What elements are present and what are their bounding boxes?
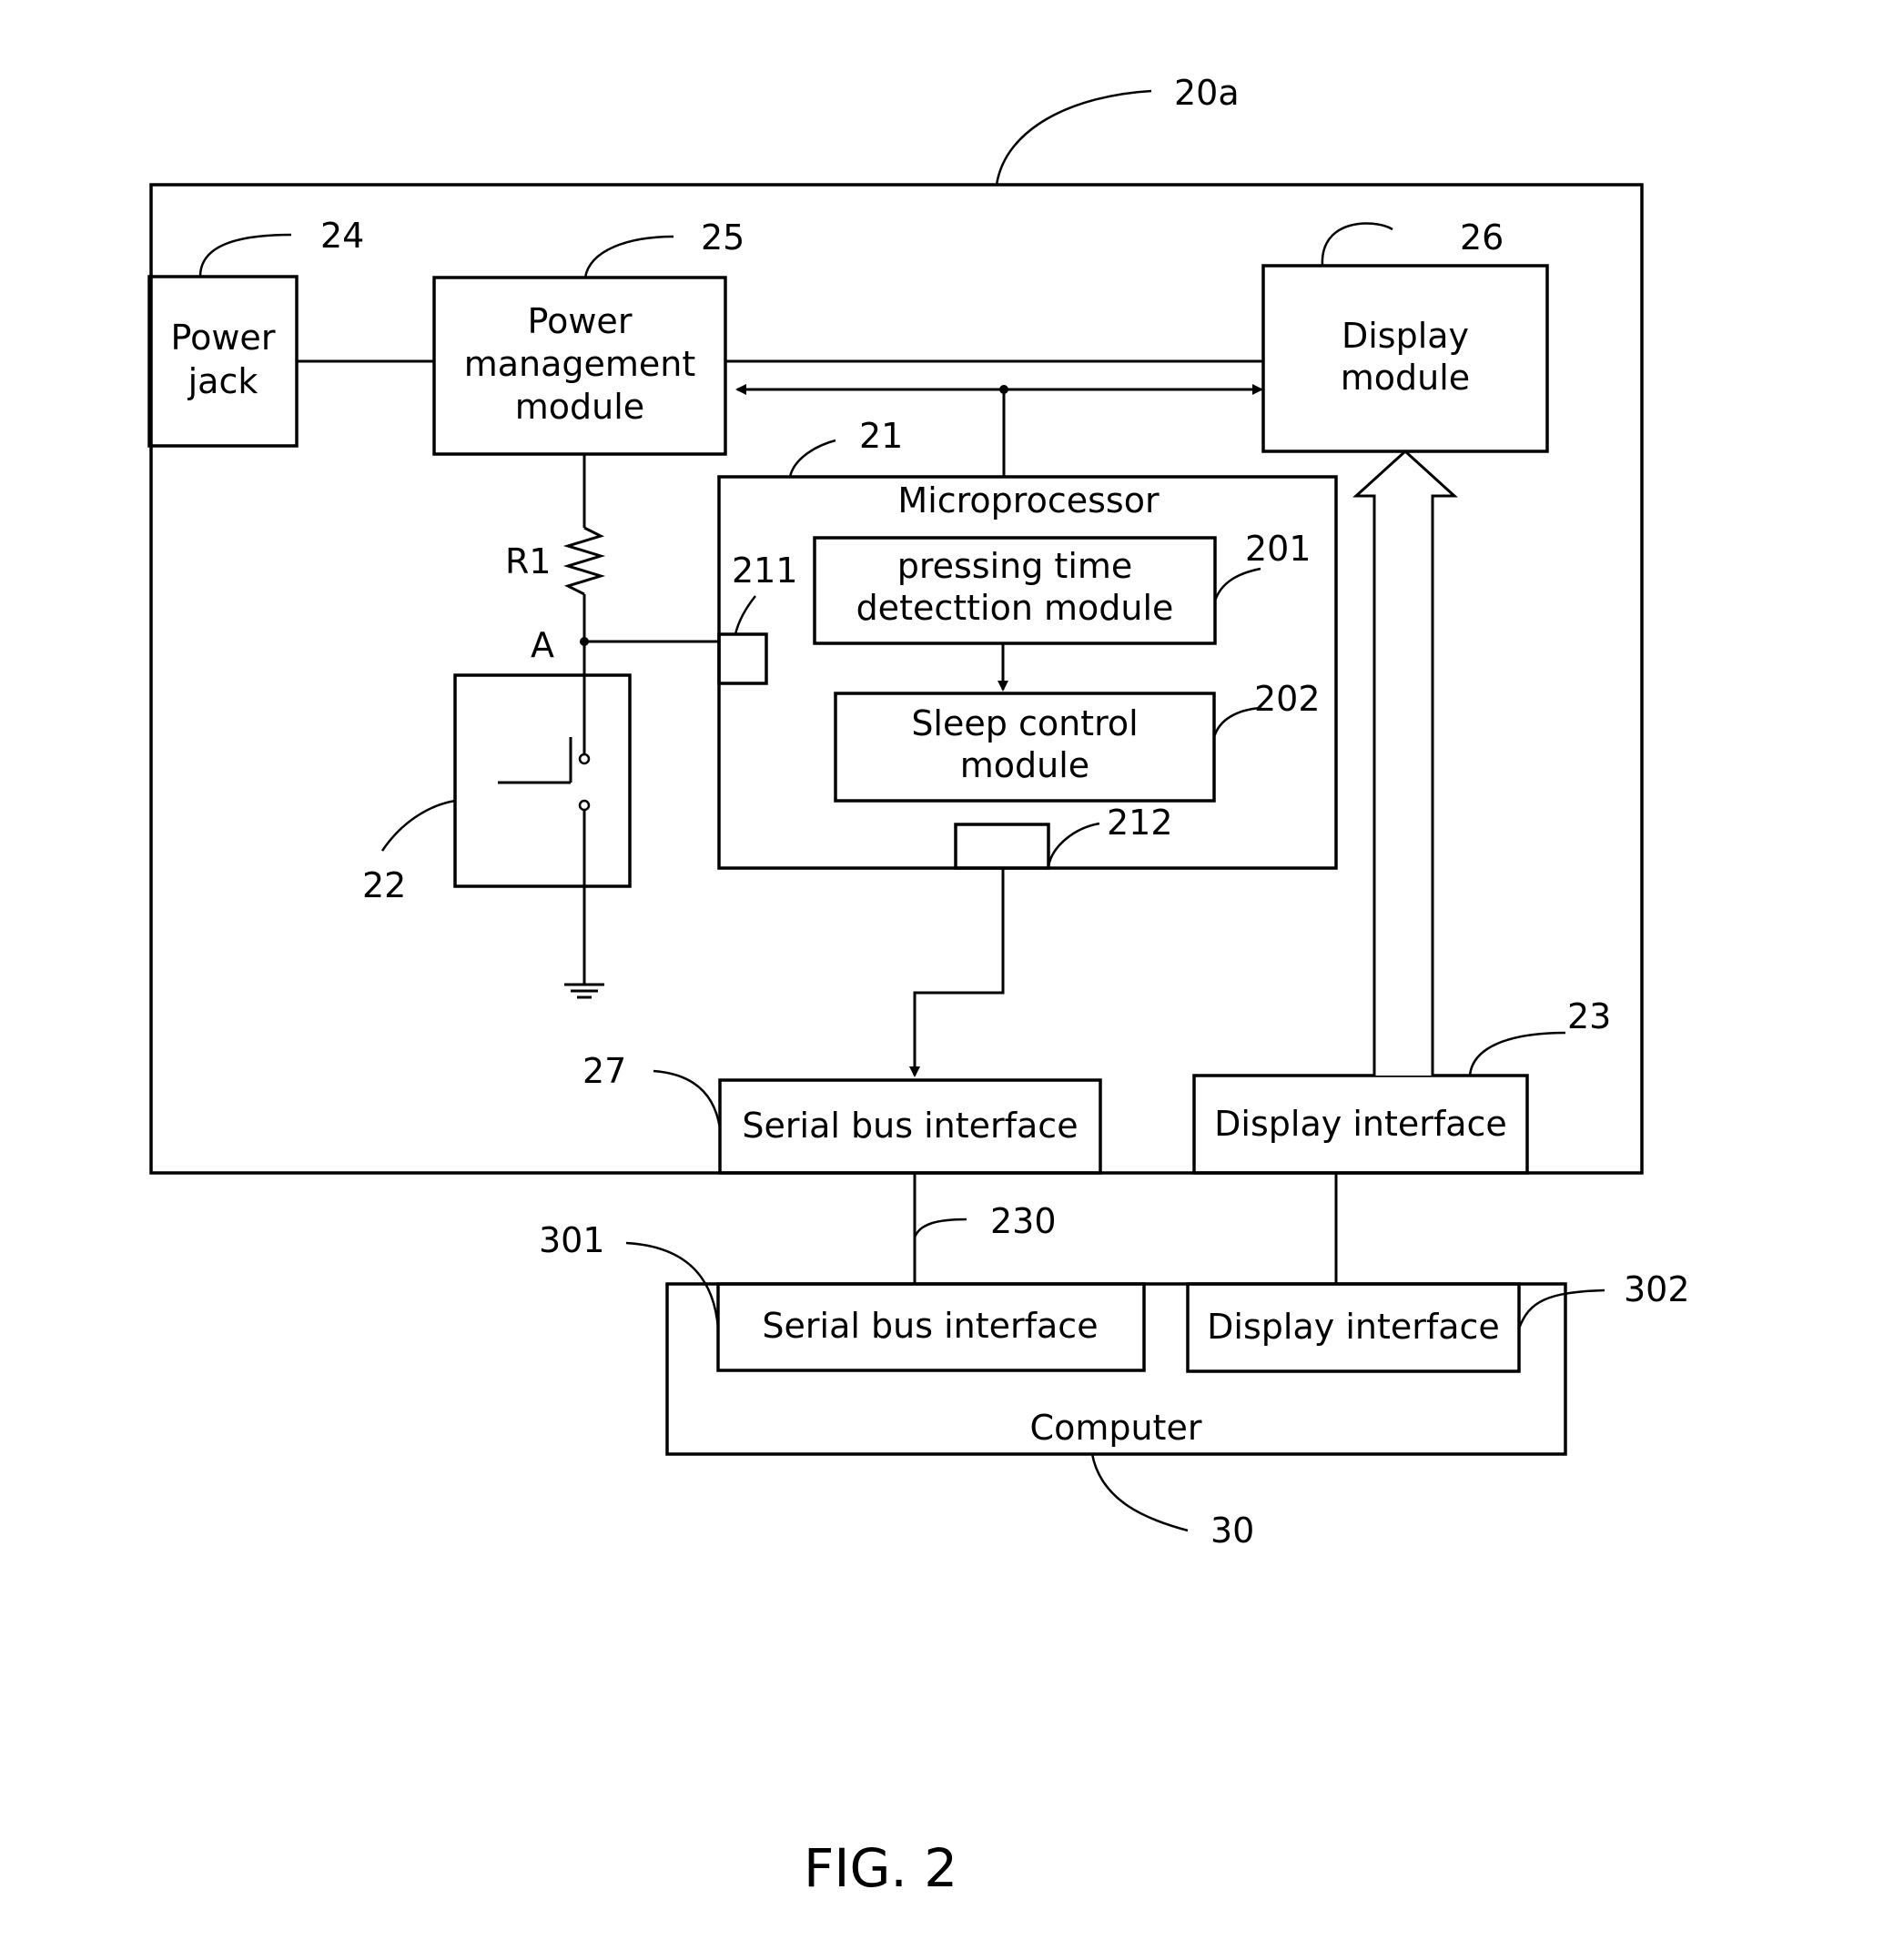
leader-23 xyxy=(1468,1031,1566,1076)
leader-212 xyxy=(1047,822,1100,867)
computer-label: Computer xyxy=(1030,1408,1202,1448)
power-jack-block: Power jack 24 xyxy=(147,216,364,448)
pm-line2: management xyxy=(464,344,696,384)
leader-21 xyxy=(788,439,836,478)
pm-line3: module xyxy=(515,387,644,427)
power-management-block: Power management module 25 xyxy=(432,217,744,456)
port-211 xyxy=(717,632,768,685)
ref-201: 201 xyxy=(1245,529,1312,569)
resistor-label: R1 xyxy=(505,541,552,581)
node-a-label: A xyxy=(531,625,554,665)
microprocessor-block: Microprocessor 21 pressing time detectti… xyxy=(717,416,1338,870)
power-jack-line1: Power xyxy=(171,318,276,358)
di-device-label: Display interface xyxy=(1214,1104,1507,1144)
ref-301: 301 xyxy=(539,1220,605,1260)
mcu-label: Microprocessor xyxy=(897,480,1160,520)
block-diagram: 20a Power jack 24 Power management modul… xyxy=(147,73,1690,1899)
ref-27: 27 xyxy=(582,1051,626,1091)
sbi-computer-label: Serial bus interface xyxy=(762,1306,1098,1346)
computer-block: Computer 30 Serial bus interface 301 Dis… xyxy=(539,1220,1690,1551)
power-jack-line2: jack xyxy=(187,361,258,401)
ptd-line1: pressing time xyxy=(897,546,1133,586)
di-computer-label: Display interface xyxy=(1207,1307,1500,1347)
sc-line1: Sleep control xyxy=(911,703,1138,743)
serial-bus-interface-device: Serial bus interface 27 xyxy=(582,1051,1102,1175)
wire-212-serial xyxy=(909,868,1005,1077)
sc-line2: module xyxy=(960,745,1089,785)
leader-22 xyxy=(380,799,456,852)
leader-211 xyxy=(734,595,756,635)
switch-contact-bottom xyxy=(578,799,591,812)
sbi-device-label: Serial bus interface xyxy=(742,1106,1078,1146)
port-212 xyxy=(954,823,1050,870)
leader-201 xyxy=(1213,567,1261,601)
ref-20a: 20a xyxy=(1174,73,1240,113)
leader-302 xyxy=(1517,1288,1605,1329)
figure-caption: FIG. 2 xyxy=(804,1837,957,1899)
pm-line1: Power xyxy=(528,301,633,341)
ref-211: 211 xyxy=(732,551,798,591)
leader-301 xyxy=(625,1241,720,1329)
display-module-block: Display module 26 xyxy=(1261,217,1549,453)
ref-302: 302 xyxy=(1624,1269,1690,1309)
display-signal-arrow xyxy=(1352,449,1458,1076)
leader-20a xyxy=(995,89,1152,186)
leader-26 xyxy=(1321,222,1393,267)
ref-202: 202 xyxy=(1254,679,1321,719)
ptd-line2: detecttion module xyxy=(856,588,1174,628)
ref-23: 23 xyxy=(1567,996,1611,1036)
resistor-r1 xyxy=(562,526,606,596)
dm-line1: Display xyxy=(1342,316,1469,356)
ref-24: 24 xyxy=(320,216,364,256)
leader-30 xyxy=(1090,1453,1189,1532)
ref-21: 21 xyxy=(859,416,903,456)
leader-230 xyxy=(913,1218,967,1238)
switch-contact-top xyxy=(578,753,591,765)
ref-26: 26 xyxy=(1460,217,1504,258)
leader-24 xyxy=(198,233,292,278)
ref-230: 230 xyxy=(990,1201,1057,1241)
leader-27 xyxy=(653,1069,722,1129)
switch-22-box xyxy=(453,673,632,888)
ref-212: 212 xyxy=(1107,803,1173,843)
leader-25 xyxy=(583,235,674,278)
ref-30: 30 xyxy=(1210,1511,1254,1551)
dm-line2: module xyxy=(1341,358,1470,398)
ground-icon xyxy=(564,983,604,999)
ref-25: 25 xyxy=(701,217,744,258)
ref-22: 22 xyxy=(362,865,406,905)
